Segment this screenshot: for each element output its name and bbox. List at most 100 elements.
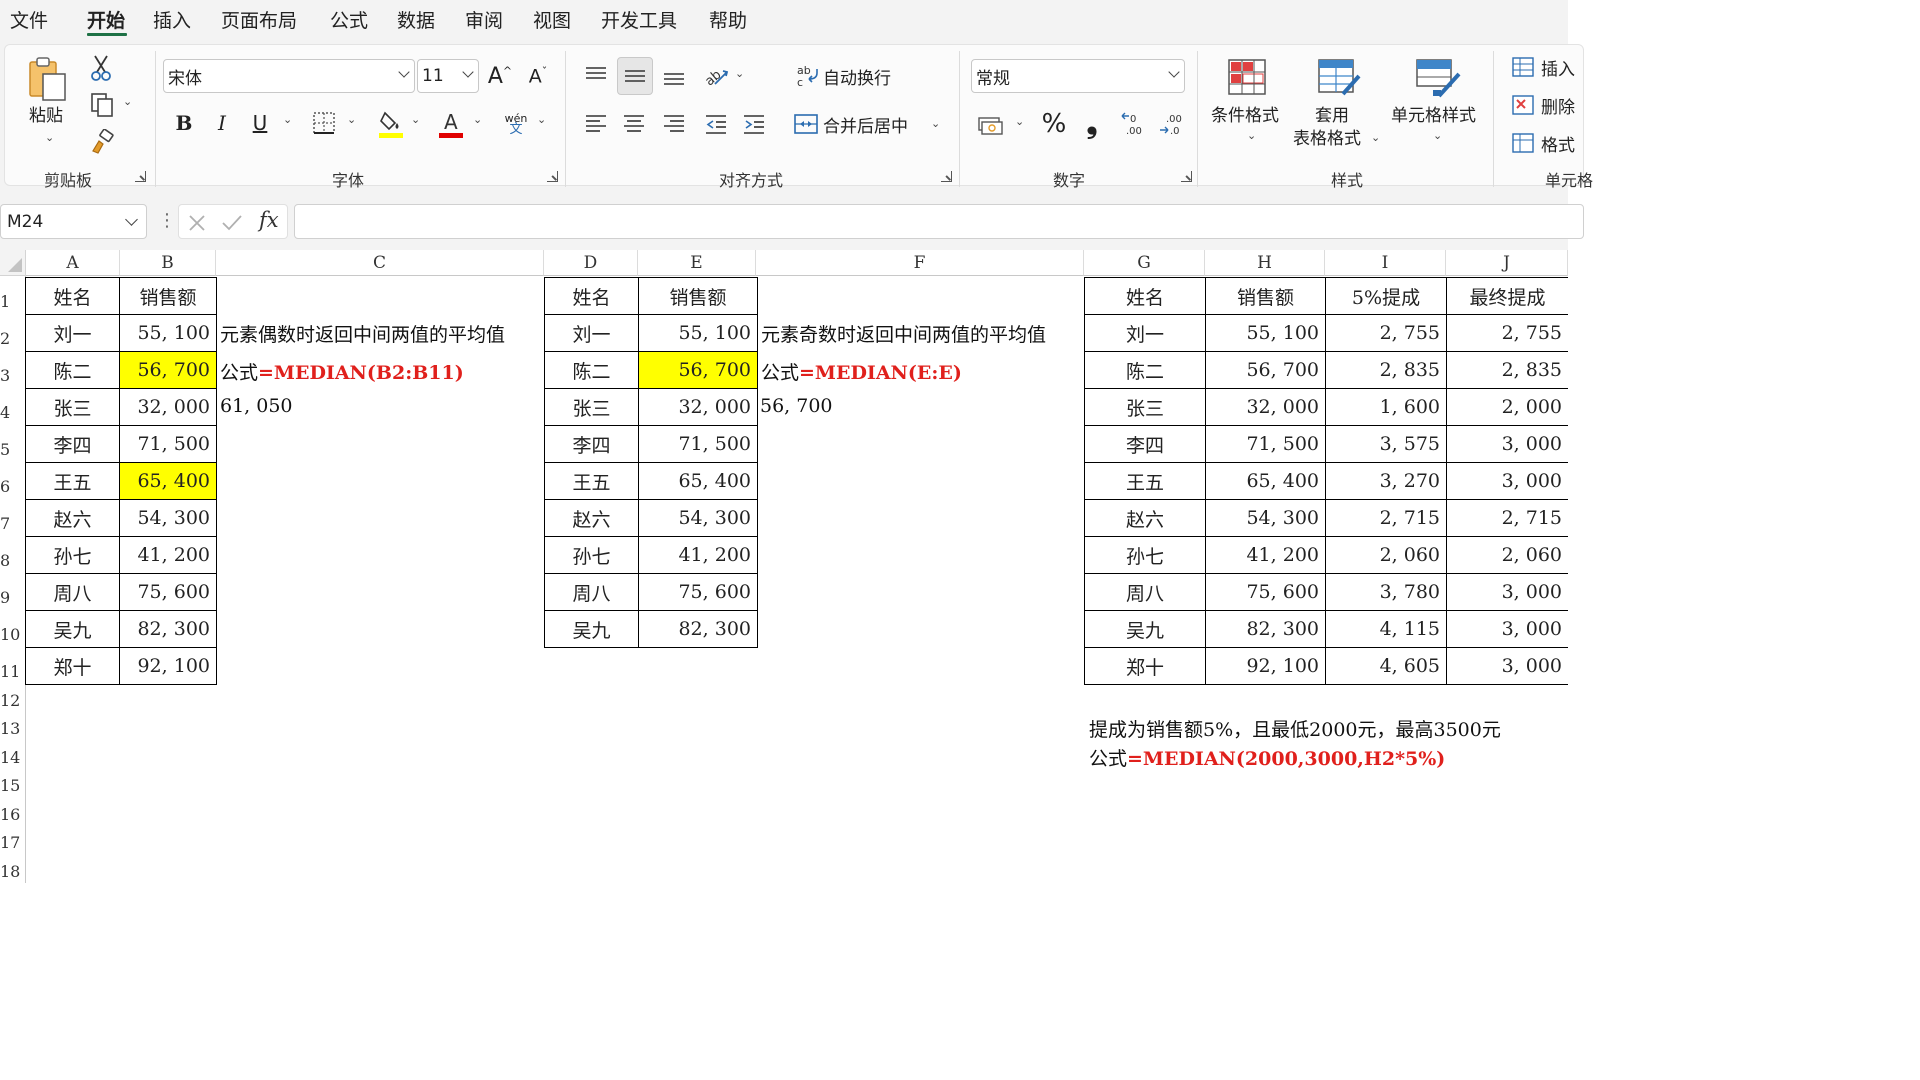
menu-data[interactable]: 数据 xyxy=(397,6,435,33)
percent-style-button[interactable]: % xyxy=(1037,107,1071,141)
paste-button[interactable] xyxy=(23,53,73,105)
row-header-10[interactable]: 10 xyxy=(0,609,26,646)
dialog-launcher-icon[interactable] xyxy=(135,171,146,182)
value-cell[interactable]: 3, 000 xyxy=(1446,647,1568,685)
value-cell[interactable]: 3, 000 xyxy=(1446,610,1568,648)
accounting-format-button[interactable] xyxy=(973,109,1007,141)
column-header-c[interactable]: C xyxy=(216,250,544,276)
name-cell[interactable]: 陈二 xyxy=(544,351,639,389)
name-cell[interactable]: 刘一 xyxy=(544,314,639,352)
row-header-5[interactable]: 5 xyxy=(0,424,26,461)
chevron-down-icon[interactable]: ⌄ xyxy=(735,67,744,80)
name-cell[interactable]: 张三 xyxy=(25,388,120,426)
align-left-button[interactable] xyxy=(579,107,613,141)
dialog-launcher-icon[interactable] xyxy=(547,171,558,182)
column-header-a[interactable]: A xyxy=(26,250,120,276)
dialog-launcher-icon[interactable] xyxy=(941,171,952,182)
wrap-text-button[interactable]: 自动换行 xyxy=(823,63,891,89)
name-cell[interactable]: 赵六 xyxy=(1084,499,1206,537)
menu-insert[interactable]: 插入 xyxy=(153,6,191,33)
row-header-17[interactable]: 17 xyxy=(0,825,26,854)
name-cell[interactable]: 陈二 xyxy=(25,351,120,389)
name-cell[interactable]: 刘一 xyxy=(1084,314,1206,352)
value-cell[interactable]: 2, 060 xyxy=(1325,536,1447,574)
chevron-down-icon[interactable]: ⌄ xyxy=(1433,129,1442,142)
font-size-combo[interactable]: 11 xyxy=(417,59,479,93)
value-cell[interactable]: 3, 000 xyxy=(1446,425,1568,463)
value-cell[interactable]: 56, 700 xyxy=(638,351,758,389)
table-header-cell[interactable]: 销售额 xyxy=(638,277,758,315)
value-cell[interactable]: 2, 715 xyxy=(1446,499,1568,537)
value-cell[interactable]: 2, 835 xyxy=(1446,351,1568,389)
row-header-9[interactable]: 9 xyxy=(0,572,26,609)
menu-review[interactable]: 审阅 xyxy=(465,6,503,33)
value-cell[interactable]: 75, 600 xyxy=(119,573,217,611)
phonetic-guide-button[interactable]: wén 文 xyxy=(501,107,531,141)
table-header-cell[interactable]: 5%提成 xyxy=(1325,277,1447,315)
column-header-d[interactable]: D xyxy=(544,250,638,276)
column-header-e[interactable]: E xyxy=(638,250,756,276)
name-cell[interactable]: 李四 xyxy=(25,425,120,463)
italic-button[interactable]: I xyxy=(207,107,237,139)
value-cell[interactable]: 54, 300 xyxy=(638,499,758,537)
name-cell[interactable]: 王五 xyxy=(1084,462,1206,500)
value-cell[interactable]: 92, 100 xyxy=(119,647,217,685)
cell-styles-button[interactable]: 单元格样式 xyxy=(1391,105,1476,127)
menu-formulas[interactable]: 公式 xyxy=(330,6,368,33)
insert-cells-button[interactable]: 插入 xyxy=(1541,55,1575,80)
row-header-8[interactable]: 8 xyxy=(0,535,26,572)
value-cell[interactable]: 32, 000 xyxy=(638,388,758,426)
chevron-down-icon[interactable]: ⌄ xyxy=(1015,115,1024,128)
chevron-down-icon[interactable]: ⌄ xyxy=(473,113,482,126)
value-cell[interactable]: 2, 000 xyxy=(1446,388,1568,426)
menu-help[interactable]: 帮助 xyxy=(709,6,747,33)
name-cell[interactable]: 吴九 xyxy=(544,610,639,648)
column-header-g[interactable]: G xyxy=(1084,250,1205,276)
value-cell[interactable]: 71, 500 xyxy=(1205,425,1326,463)
name-cell[interactable]: 周八 xyxy=(25,573,120,611)
name-cell[interactable]: 孙七 xyxy=(1084,536,1206,574)
row-header-12[interactable]: 12 xyxy=(0,683,26,712)
format-as-table-line2[interactable]: 表格格式 xyxy=(1293,128,1361,150)
value-cell[interactable]: 32, 000 xyxy=(1205,388,1326,426)
name-cell[interactable]: 孙七 xyxy=(25,536,120,574)
chevron-down-icon[interactable]: ⌄ xyxy=(347,113,356,126)
menu-page-layout[interactable]: 页面布局 xyxy=(221,6,297,33)
chevron-down-icon[interactable]: ⌄ xyxy=(931,117,940,130)
name-cell[interactable]: 吴九 xyxy=(1084,610,1206,648)
insert-function-button[interactable]: fx xyxy=(259,208,279,232)
name-cell[interactable]: 张三 xyxy=(1084,388,1206,426)
cut-button[interactable] xyxy=(87,53,115,83)
value-cell[interactable]: 3, 270 xyxy=(1325,462,1447,500)
row-header-3[interactable]: 3 xyxy=(0,350,26,387)
value-cell[interactable]: 75, 600 xyxy=(1205,573,1326,611)
value-cell[interactable]: 82, 300 xyxy=(119,610,217,648)
menu-file[interactable]: 文件 xyxy=(10,6,48,33)
table-header-cell[interactable]: 姓名 xyxy=(544,277,639,315)
chevron-down-icon[interactable]: ⌄ xyxy=(1371,131,1380,144)
value-cell[interactable]: 55, 100 xyxy=(638,314,758,352)
value-cell[interactable]: 65, 400 xyxy=(119,462,217,500)
menu-view[interactable]: 视图 xyxy=(533,6,571,33)
column-header-j[interactable]: J xyxy=(1446,250,1568,276)
name-cell[interactable]: 刘一 xyxy=(25,314,120,352)
column-header-i[interactable]: I xyxy=(1325,250,1446,276)
format-cells-button[interactable]: 格式 xyxy=(1541,131,1575,156)
value-cell[interactable]: 71, 500 xyxy=(119,425,217,463)
font-color-button[interactable]: A xyxy=(435,107,467,141)
table-header-cell[interactable]: 销售额 xyxy=(119,277,217,315)
increase-indent-button[interactable] xyxy=(737,107,771,141)
row-header-13[interactable]: 13 xyxy=(0,711,26,740)
table-header-cell[interactable]: 姓名 xyxy=(25,277,120,315)
chevron-down-icon[interactable]: ⌄ xyxy=(1247,129,1256,142)
value-cell[interactable]: 2, 060 xyxy=(1446,536,1568,574)
column-header-f[interactable]: F xyxy=(756,250,1084,276)
column-header-b[interactable]: B xyxy=(120,250,216,276)
value-cell[interactable]: 92, 100 xyxy=(1205,647,1326,685)
enter-check-icon[interactable] xyxy=(221,213,243,233)
align-bottom-button[interactable] xyxy=(657,59,691,93)
more-options-icon[interactable]: ⋮ xyxy=(158,210,176,231)
menu-developer[interactable]: 开发工具 xyxy=(601,6,677,33)
value-cell[interactable]: 32, 000 xyxy=(119,388,217,426)
column-header-h[interactable]: H xyxy=(1205,250,1325,276)
